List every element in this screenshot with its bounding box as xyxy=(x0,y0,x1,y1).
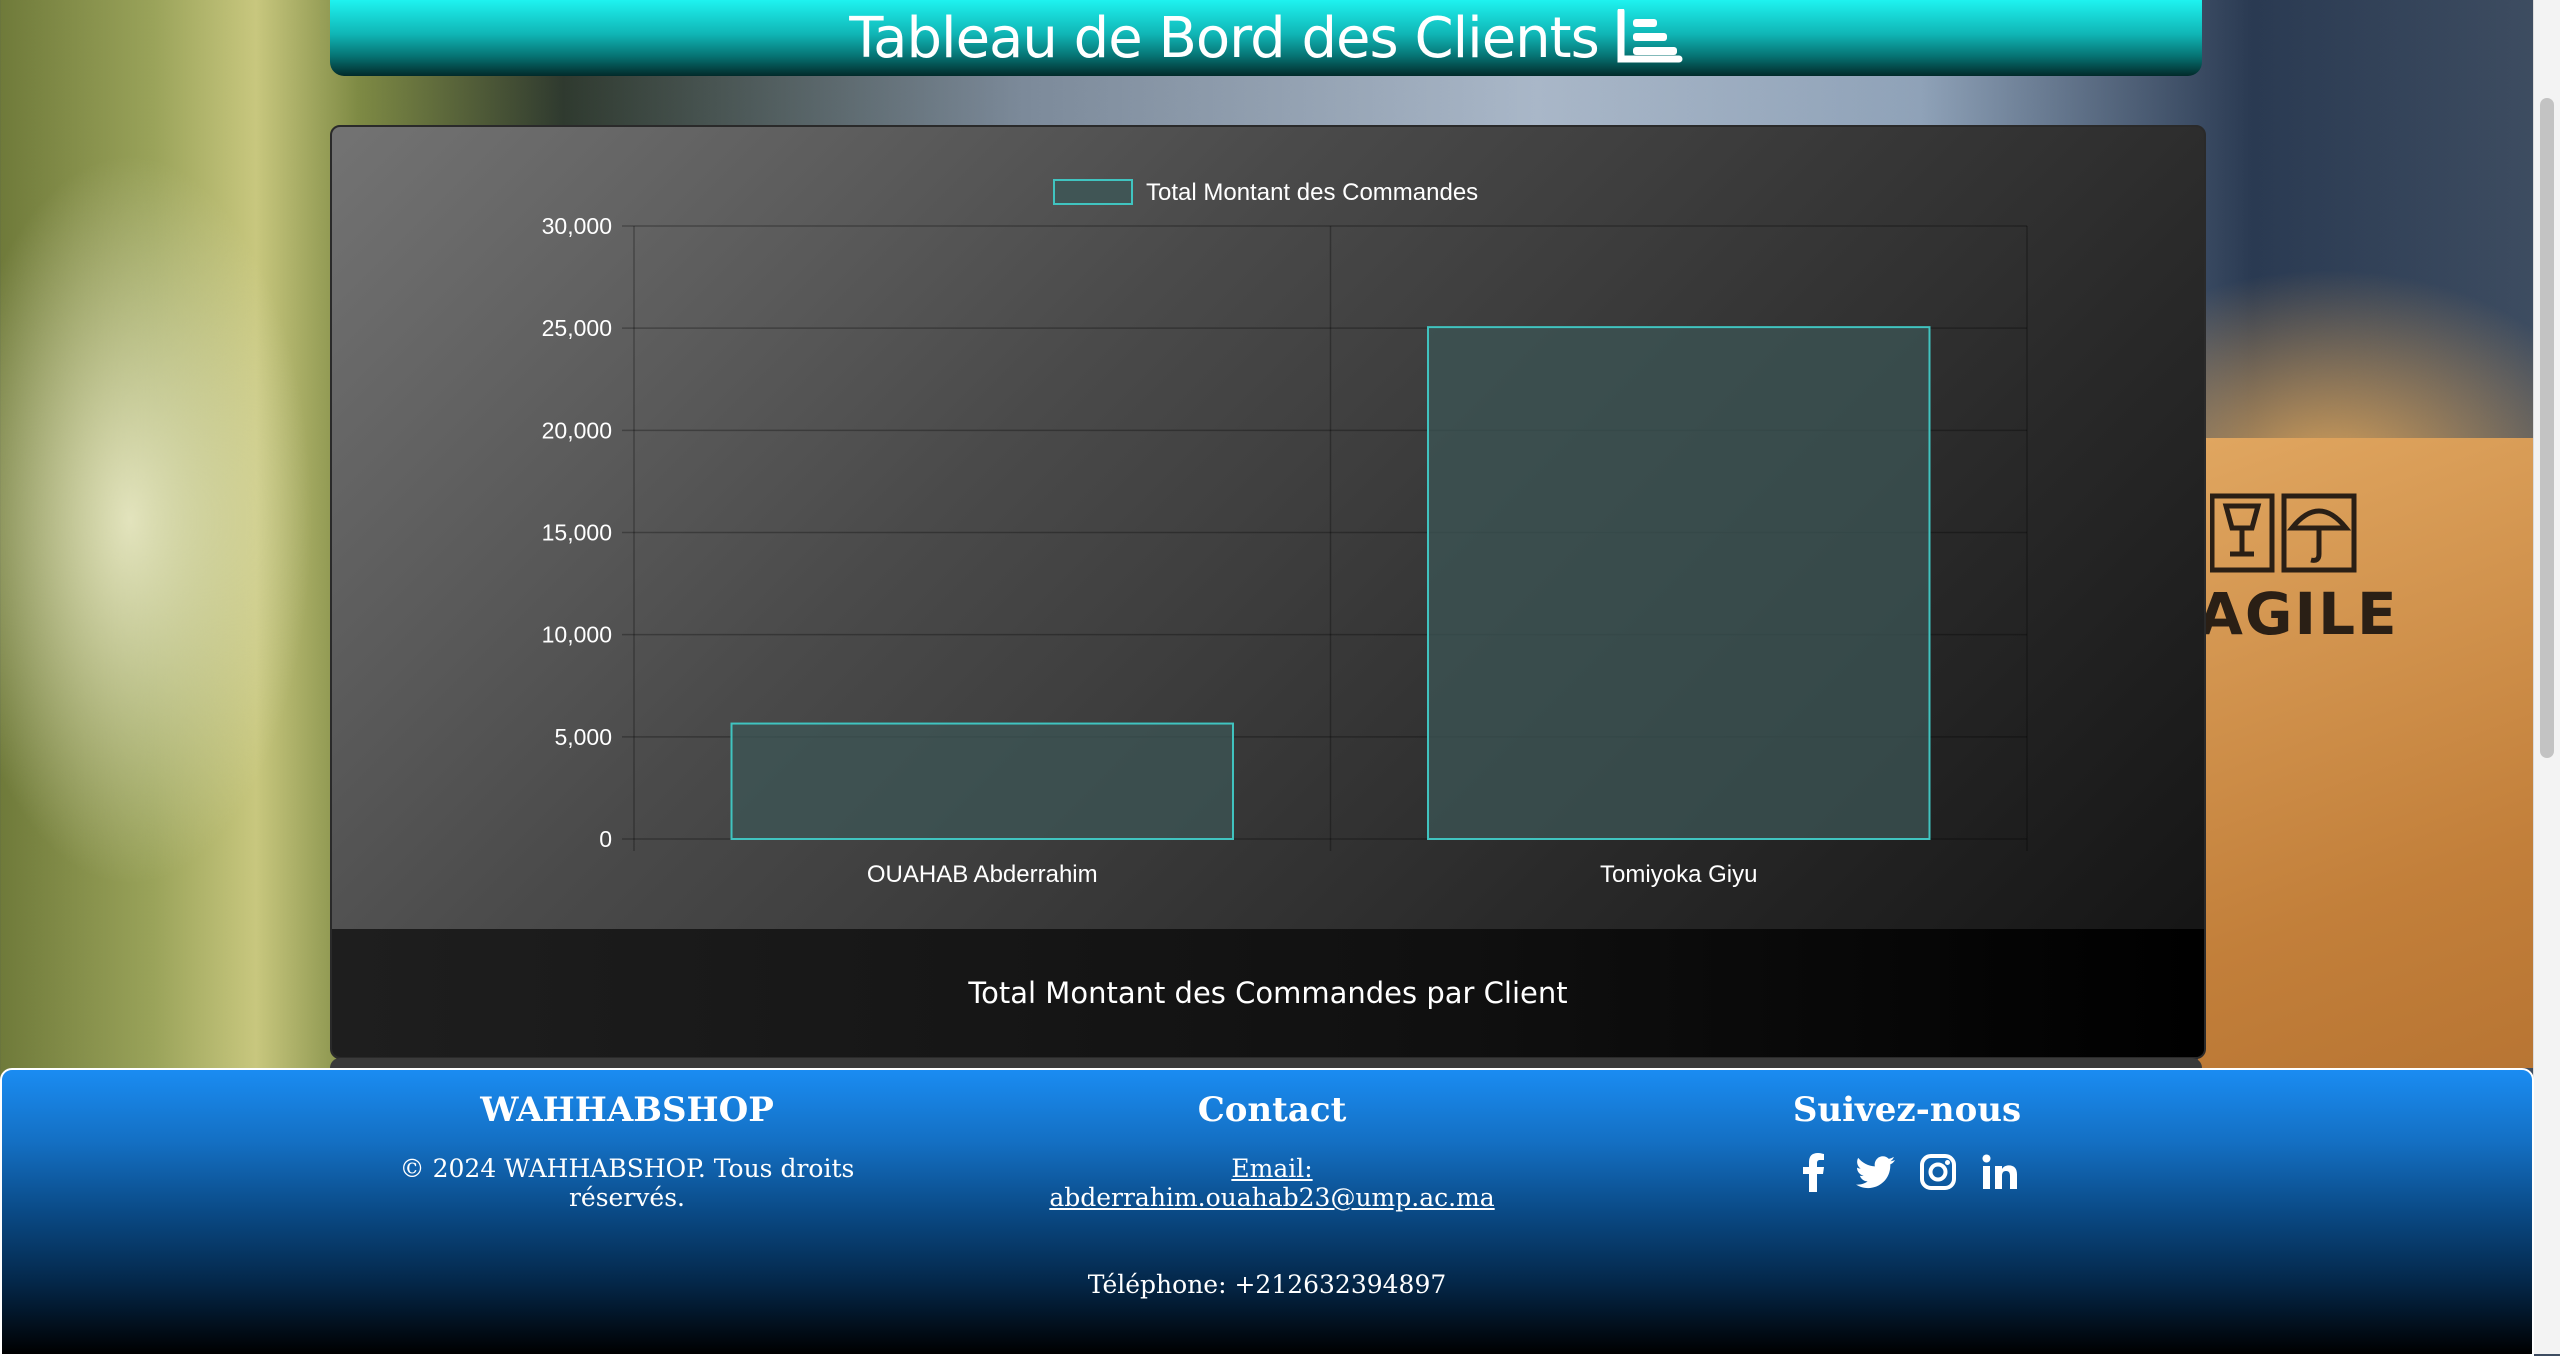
site-footer: WAHHABSHOP © 2024 WAHHABSHOP. Tous droit… xyxy=(0,1068,2534,1356)
page-scrollbar[interactable] xyxy=(2533,0,2560,1354)
page-title: Tableau de Bord des Clients xyxy=(849,5,1600,71)
x-tick-label: OUAHAB Abderrahim xyxy=(867,861,1098,888)
chart-caption: Total Montant des Commandes par Client xyxy=(968,976,1568,1010)
social-icons xyxy=(1722,1152,2092,1192)
facebook-icon[interactable] xyxy=(1794,1152,1834,1192)
footer-phone: Téléphone: +212632394897 xyxy=(1087,1270,1447,1299)
footer-brand-column: WAHHABSHOP © 2024 WAHHABSHOP. Tous droit… xyxy=(342,1090,912,1212)
footer-brand-title: WAHHABSHOP xyxy=(480,1090,774,1130)
legend-label: Total Montant des Commandes xyxy=(1146,179,1478,206)
dashboard-header: Tableau de Bord des Clients xyxy=(330,0,2202,76)
legend-swatch xyxy=(1053,179,1133,205)
footer-social-column: Suivez-nous xyxy=(1722,1090,2092,1192)
linkedin-icon[interactable] xyxy=(1980,1152,2020,1192)
footer-copyright: © 2024 WAHHABSHOP. Tous droits réservés. xyxy=(399,1154,855,1212)
background-box-label: AGILE xyxy=(2198,580,2399,648)
bar xyxy=(1427,326,1931,841)
chart-card: 0 5,000 10,000 15,000 20,000 25,000 30,000 OUAH… xyxy=(330,125,2206,1059)
y-tick-label: 15,000 xyxy=(542,520,612,546)
y-tick-label: 25,000 xyxy=(542,315,612,341)
bar-chart: 0 5,000 10,000 15,000 20,000 25,000 30,000 OUAH… xyxy=(542,179,2028,888)
y-tick-label: 5,000 xyxy=(554,724,612,750)
y-tick-label: 0 xyxy=(599,826,612,852)
bar xyxy=(730,722,1234,841)
y-tick-label: 20,000 xyxy=(542,417,612,443)
chart-card-footer: Total Montant des Commandes par Client xyxy=(332,929,2204,1057)
y-tick-label: 30,000 xyxy=(542,213,612,239)
footer-social-title: Suivez-nous xyxy=(1792,1090,2022,1130)
footer-email-link[interactable]: Email: abderrahim.ouahab23@ump.ac.ma xyxy=(1012,1154,1532,1212)
scrollbar-thumb[interactable] xyxy=(2540,98,2554,758)
chart-bar-icon xyxy=(1617,9,1683,63)
footer-contact-column: Contact Email: abderrahim.ouahab23@ump.a… xyxy=(1012,1090,1532,1212)
instagram-icon[interactable] xyxy=(1918,1152,1958,1192)
next-card-edge xyxy=(330,1058,2202,1068)
footer-contact-title: Contact xyxy=(1197,1090,1347,1130)
fragile-symbols-icon xyxy=(2210,493,2357,573)
x-tick-label: Tomiyoka Giyu xyxy=(1600,861,1757,888)
twitter-icon[interactable] xyxy=(1856,1152,1896,1192)
y-tick-label: 10,000 xyxy=(542,622,612,648)
